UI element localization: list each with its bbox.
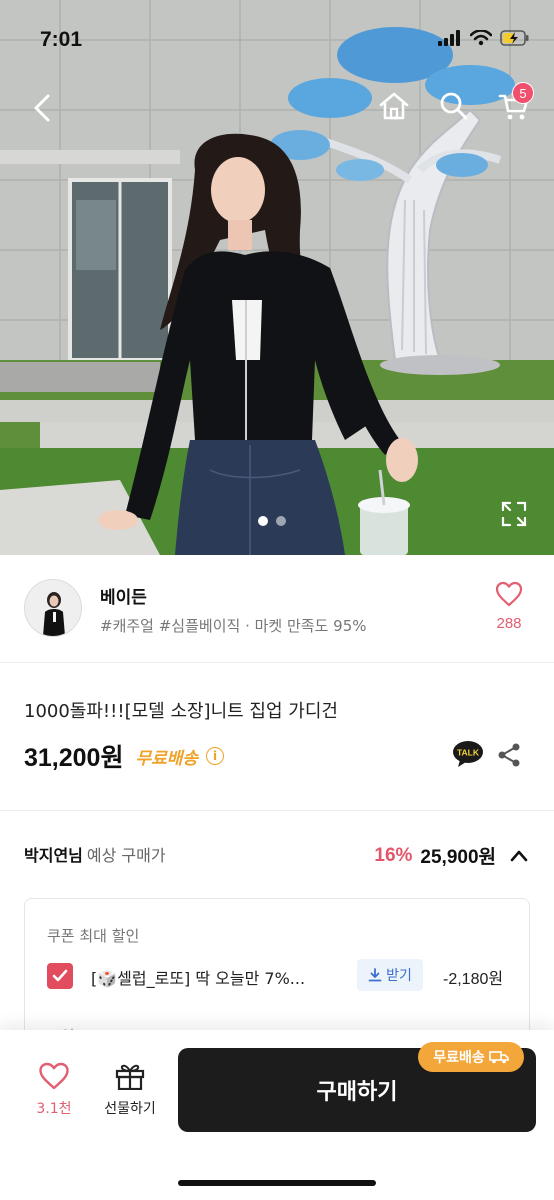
- search-icon: [440, 92, 468, 120]
- status-time: 7:01: [40, 28, 83, 51]
- coupon-checkbox[interactable]: [47, 963, 73, 989]
- expected-price-row[interactable]: 박지연님 예상 구매가 16% 25,900원: [24, 842, 530, 870]
- info-icon[interactable]: i: [206, 747, 225, 765]
- share-button[interactable]: [496, 742, 522, 768]
- discount-percent: 16%: [374, 844, 413, 866]
- expected-price-summary: 16% 25,900원: [374, 842, 530, 869]
- wishlist-button[interactable]: 3.1천: [30, 1062, 78, 1118]
- seller-avatar-image: [25, 580, 81, 636]
- svg-text:TALK: TALK: [457, 748, 480, 758]
- free-shipping-label: 무료배송: [135, 748, 199, 769]
- slide-indicator: [258, 516, 286, 526]
- product-price: 31,200원: [24, 744, 124, 772]
- seller-like-button[interactable]: 288: [484, 581, 534, 639]
- search-button[interactable]: [434, 86, 474, 126]
- price-row: 31,200원 무료배송 i: [24, 738, 225, 774]
- seller-name[interactable]: 베이든: [100, 583, 147, 608]
- signal-icon: [438, 30, 460, 46]
- talk-button[interactable]: TALK: [452, 740, 484, 768]
- status-icons: [438, 30, 530, 46]
- coupon-panel: 쿠폰 최대 할인 [🎲셀럽_로또] 딱 오늘만 7%... 받기 -2,180원…: [24, 898, 530, 1048]
- coupon-get-button[interactable]: 받기: [357, 959, 423, 991]
- status-bar: 7:01: [0, 0, 554, 80]
- product-title: 1000돌파!!![모델 소장]니트 집업 가디건: [24, 701, 338, 722]
- product-photo: [0, 0, 554, 555]
- cart-button[interactable]: 5: [494, 82, 534, 126]
- buyer-name: 박지연님: [24, 846, 83, 865]
- expected-price-label: 예상 구매가: [86, 846, 166, 865]
- expand-button[interactable]: [500, 500, 528, 528]
- section-divider: [0, 810, 554, 811]
- coupon-get-label: 받기: [386, 968, 412, 984]
- battery-icon: [500, 30, 529, 46]
- seller-like-count: 288: [496, 615, 522, 632]
- bottom-action-bar: 3.1천 선물하기 구매하기 무료배송: [0, 1030, 554, 1200]
- coupon-heading: 쿠폰 최대 할인: [47, 927, 140, 945]
- wishlist-count: 3.1천: [36, 1101, 72, 1117]
- talk-icon: TALK: [453, 741, 483, 767]
- gift-label: 선물하기: [104, 1101, 156, 1117]
- home-button[interactable]: [374, 86, 414, 126]
- coupon-name: [🎲셀럽_로또] 딱 오늘만 7%...: [91, 969, 306, 988]
- product-image[interactable]: 7:01 5: [0, 0, 554, 555]
- wifi-icon: [470, 30, 492, 46]
- home-indicator: [178, 1180, 376, 1186]
- download-icon: [368, 968, 382, 982]
- free-shipping-tag-label: 무료배송: [433, 1050, 485, 1066]
- slide-dot-1[interactable]: [258, 516, 268, 526]
- heart-icon: [495, 581, 523, 607]
- free-shipping-tag: 무료배송: [418, 1042, 524, 1072]
- chevron-left-icon: [34, 94, 50, 122]
- share-icon: [498, 743, 520, 767]
- gift-button[interactable]: 선물하기: [98, 1062, 162, 1118]
- expand-icon: [501, 501, 527, 527]
- heart-icon: [39, 1062, 69, 1090]
- truck-icon: [488, 1051, 509, 1064]
- coupon-discount-amount: -2,180원: [443, 971, 504, 988]
- cart-badge: 5: [512, 82, 534, 104]
- home-icon: [379, 92, 409, 120]
- back-button[interactable]: [22, 86, 62, 130]
- seller-avatar[interactable]: [24, 579, 82, 637]
- checkmark-icon: [52, 969, 68, 982]
- chevron-up-icon[interactable]: [508, 845, 530, 867]
- expected-price-value: 25,900원: [420, 847, 496, 868]
- seller-section[interactable]: 베이든 #캐주얼 #심플베이직 · 마켓 만족도 95% 288: [0, 555, 554, 663]
- gift-icon: [115, 1064, 145, 1091]
- seller-tags: #캐주얼 #심플베이직 · 마켓 만족도 95%: [100, 617, 367, 635]
- slide-dot-2[interactable]: [276, 516, 286, 526]
